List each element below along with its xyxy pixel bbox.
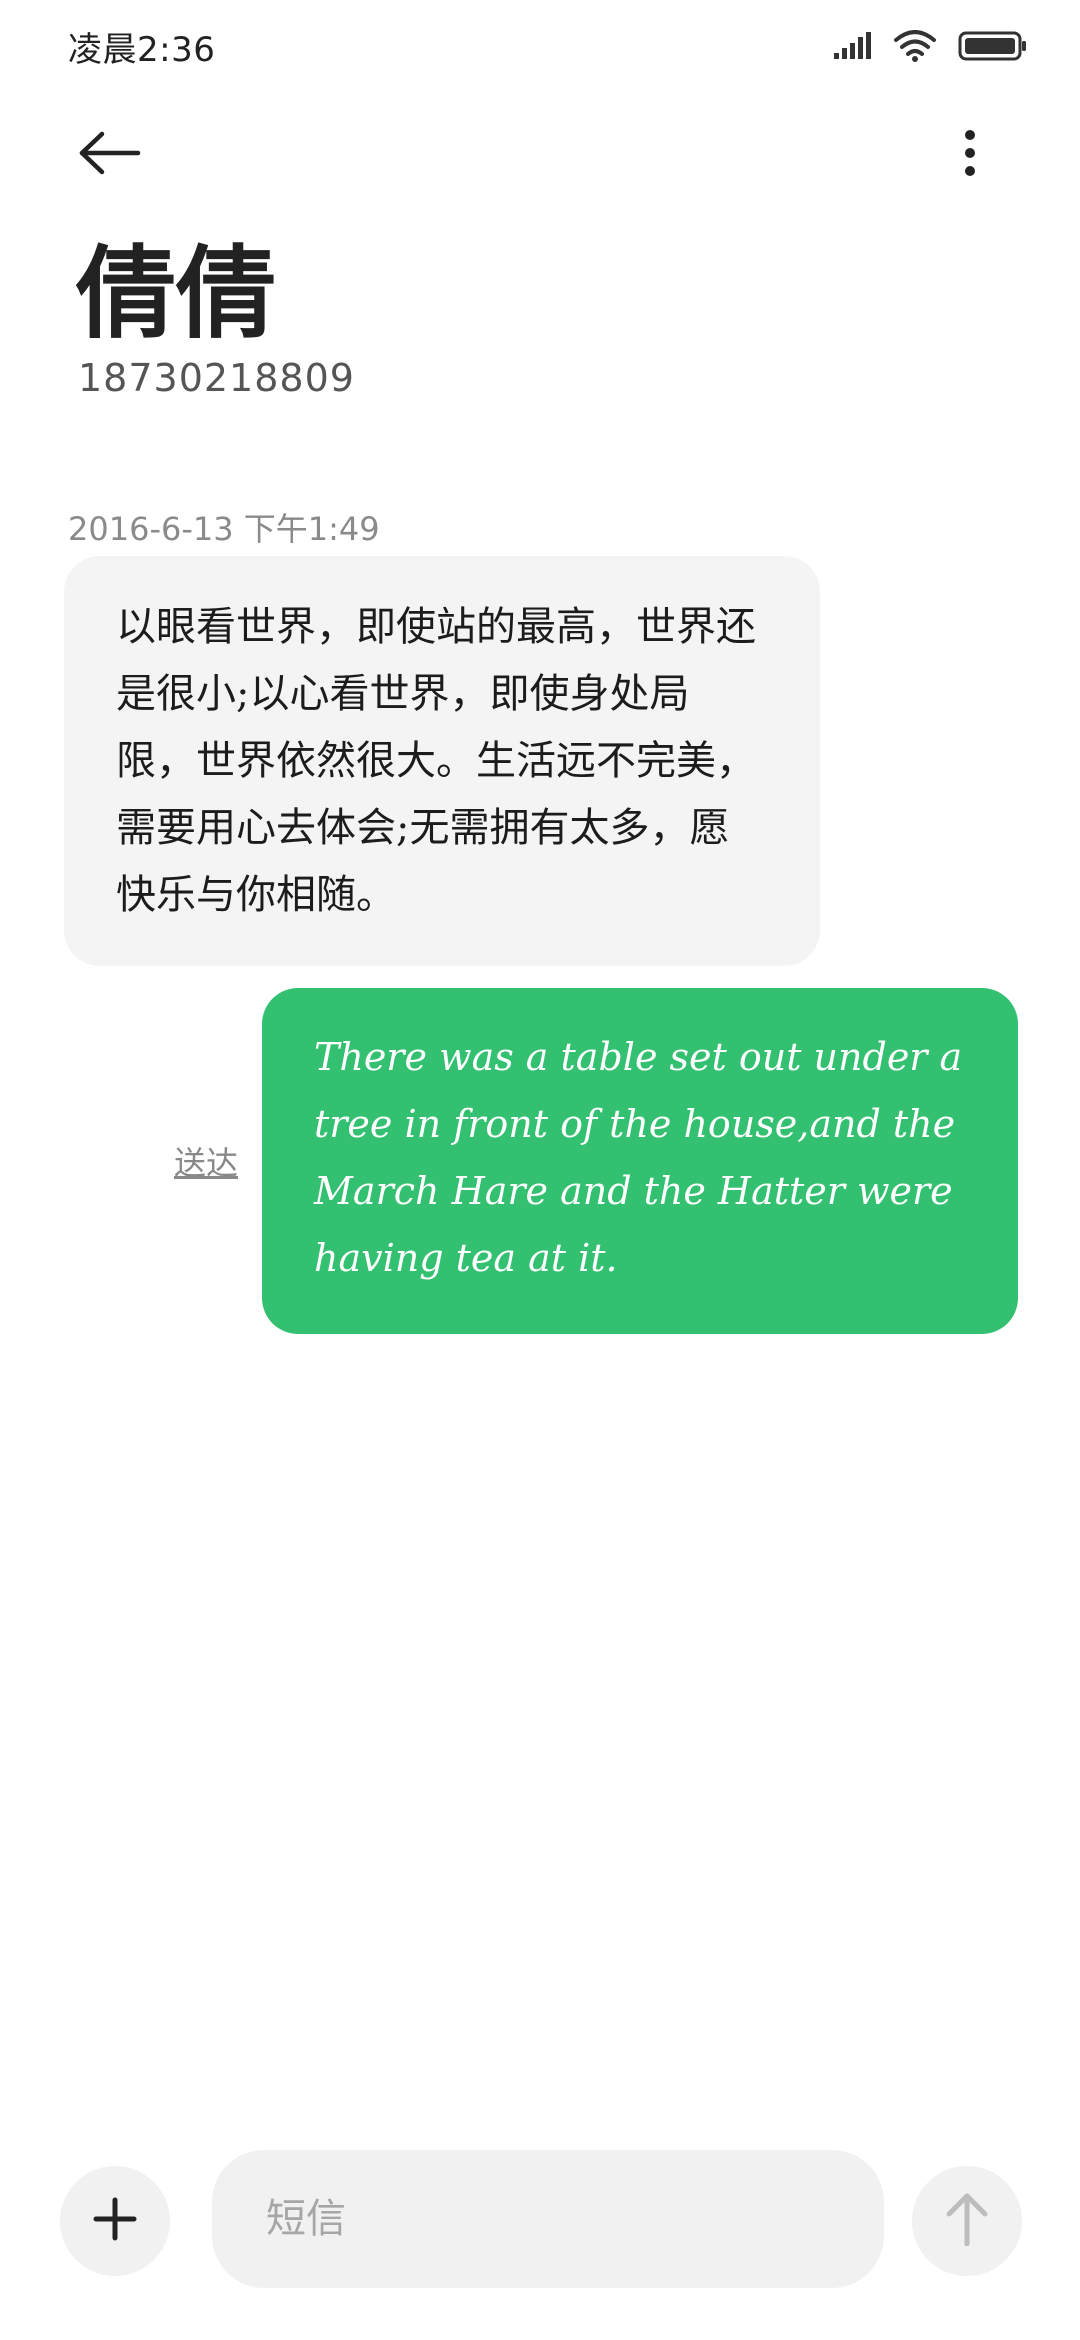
message-timestamp: 2016-6-13 下午1:49 <box>68 510 380 548</box>
contact-name: 倩倩 <box>76 234 276 352</box>
incoming-message-text: 以眼看世界，即使站的最高，世界还是很小;以心看世界，即使身处局限，世界依然很大。… <box>116 604 756 918</box>
status-icons <box>832 28 1028 68</box>
signal-icon <box>832 31 872 65</box>
status-time: 凌晨2:36 <box>68 30 216 70</box>
battery-icon <box>958 30 1028 66</box>
back-button[interactable] <box>78 125 158 185</box>
more-vertical-icon <box>964 129 976 181</box>
outgoing-message-bubble[interactable]: There was a table set out under a tree i… <box>262 988 1018 1334</box>
send-arrow-up-icon <box>945 2192 989 2250</box>
back-arrow-icon <box>78 131 142 179</box>
incoming-message-bubble[interactable]: 以眼看世界，即使站的最高，世界还是很小;以心看世界，即使身处局限，世界依然很大。… <box>64 556 820 966</box>
outgoing-message-text: There was a table set out under a tree i… <box>314 1035 963 1280</box>
plus-icon <box>92 2196 138 2246</box>
message-input-container <box>212 2150 884 2288</box>
message-input[interactable] <box>212 2150 884 2288</box>
status-bar: 凌晨2:36 <box>0 0 1080 96</box>
send-button[interactable] <box>912 2166 1022 2276</box>
more-options-button[interactable] <box>940 125 1000 185</box>
wifi-icon <box>894 30 936 66</box>
delivery-status: 送达 <box>174 1144 239 1182</box>
add-attachment-button[interactable] <box>60 2166 170 2276</box>
contact-number: 18730218809 <box>78 356 355 400</box>
